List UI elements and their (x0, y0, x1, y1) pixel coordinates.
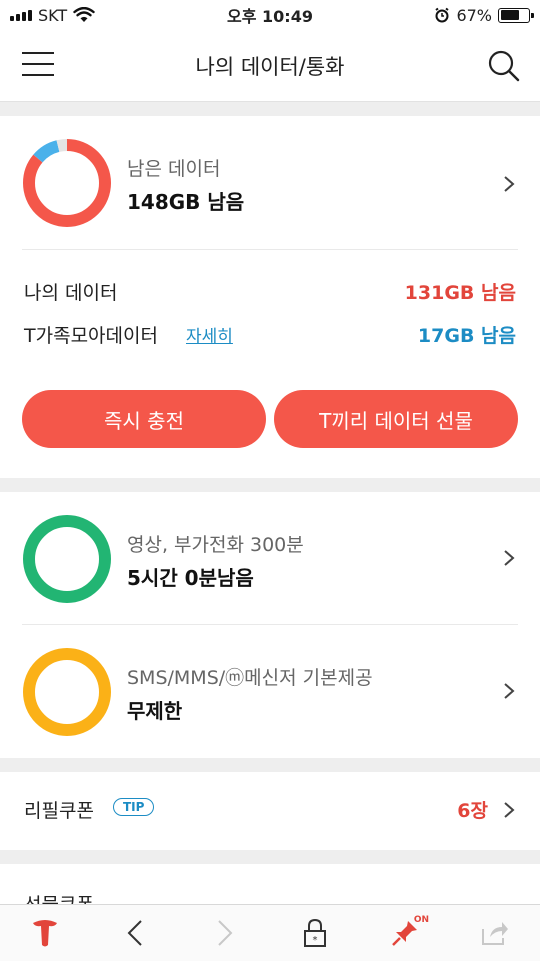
sms-ring-chart (23, 648, 111, 736)
pin-icon[interactable]: ON (381, 909, 429, 957)
refill-coupon-count: 6장 (457, 800, 488, 822)
chevron-right-icon (504, 683, 515, 699)
chevron-right-icon (504, 802, 515, 818)
battery-percent: 67% (456, 5, 492, 25)
wifi-icon (73, 7, 95, 22)
alarm-icon (435, 7, 450, 23)
remaining-data-row[interactable]: 남은 데이터 148GB 남음 (0, 116, 540, 250)
back-icon[interactable] (111, 909, 159, 957)
refill-coupon-label: 리필쿠폰 (24, 800, 94, 822)
gift-coupon-label: 선물쿠폰 (24, 890, 94, 904)
t-logo-icon[interactable] (21, 909, 69, 957)
voice-value: 5시간 0분남음 (127, 566, 254, 590)
my-data-value: 131GB 남음 (404, 282, 516, 304)
page-title: 나의 데이터/통화 (195, 54, 345, 79)
share-icon[interactable] (471, 909, 519, 957)
signal-icon (10, 9, 32, 21)
battery-icon (498, 7, 534, 23)
svg-text:*: * (313, 935, 318, 946)
voice-row[interactable]: 영상, 부가전화 300분 5시간 0분남음 (0, 492, 540, 624)
carrier-label: SKT (38, 5, 68, 25)
sms-title: SMS/MMS/ⓜ메신저 기본제공 (127, 667, 373, 689)
divider (22, 249, 518, 250)
remaining-data-title: 남은 데이터 (127, 158, 221, 180)
header-bar: 나의 데이터/통화 (0, 30, 540, 102)
sms-row[interactable]: SMS/MMS/ⓜ메신저 기본제공 무제한 (0, 625, 540, 758)
refill-coupon-row[interactable]: 리필쿠폰 TIP 6장 (0, 772, 540, 850)
family-detail-link[interactable]: 자세히 (186, 322, 233, 347)
remaining-data-value: 148GB 남음 (127, 190, 245, 214)
chevron-right-icon (504, 550, 515, 566)
tip-badge[interactable]: TIP (113, 798, 155, 816)
search-icon[interactable] (486, 48, 522, 84)
family-data-label: T가족모아데이터 (24, 325, 158, 347)
menu-icon[interactable] (22, 52, 54, 76)
data-ring-chart (23, 139, 111, 227)
browser-toolbar: * ON (0, 904, 540, 961)
voice-title: 영상, 부가전화 300분 (127, 534, 304, 556)
usage-card: 영상, 부가전화 300분 5시간 0분남음 SMS/MMS/ⓜ메신저 기본제공… (0, 492, 540, 758)
forward-icon[interactable] (201, 909, 249, 957)
family-data-value: 17GB 남음 (417, 325, 516, 347)
gift-coupon-row[interactable]: 선물쿠폰 (0, 864, 540, 904)
data-gift-button[interactable]: T끼리 데이터 선물 (274, 390, 518, 448)
status-bar: SKT 오후 10:49 67% (0, 0, 540, 30)
my-data-label: 나의 데이터 (24, 282, 118, 304)
instant-charge-button[interactable]: 즉시 충전 (22, 390, 266, 448)
clock: 오후 10:49 (227, 7, 313, 26)
pin-state-label: ON (413, 915, 429, 925)
data-card: 남은 데이터 148GB 남음 나의 데이터 131GB 남음 T가족모아데이터… (0, 116, 540, 478)
sms-value: 무제한 (127, 699, 183, 723)
lock-icon[interactable]: * (291, 909, 339, 957)
chevron-right-icon (504, 176, 515, 192)
voice-ring-chart (23, 515, 111, 603)
